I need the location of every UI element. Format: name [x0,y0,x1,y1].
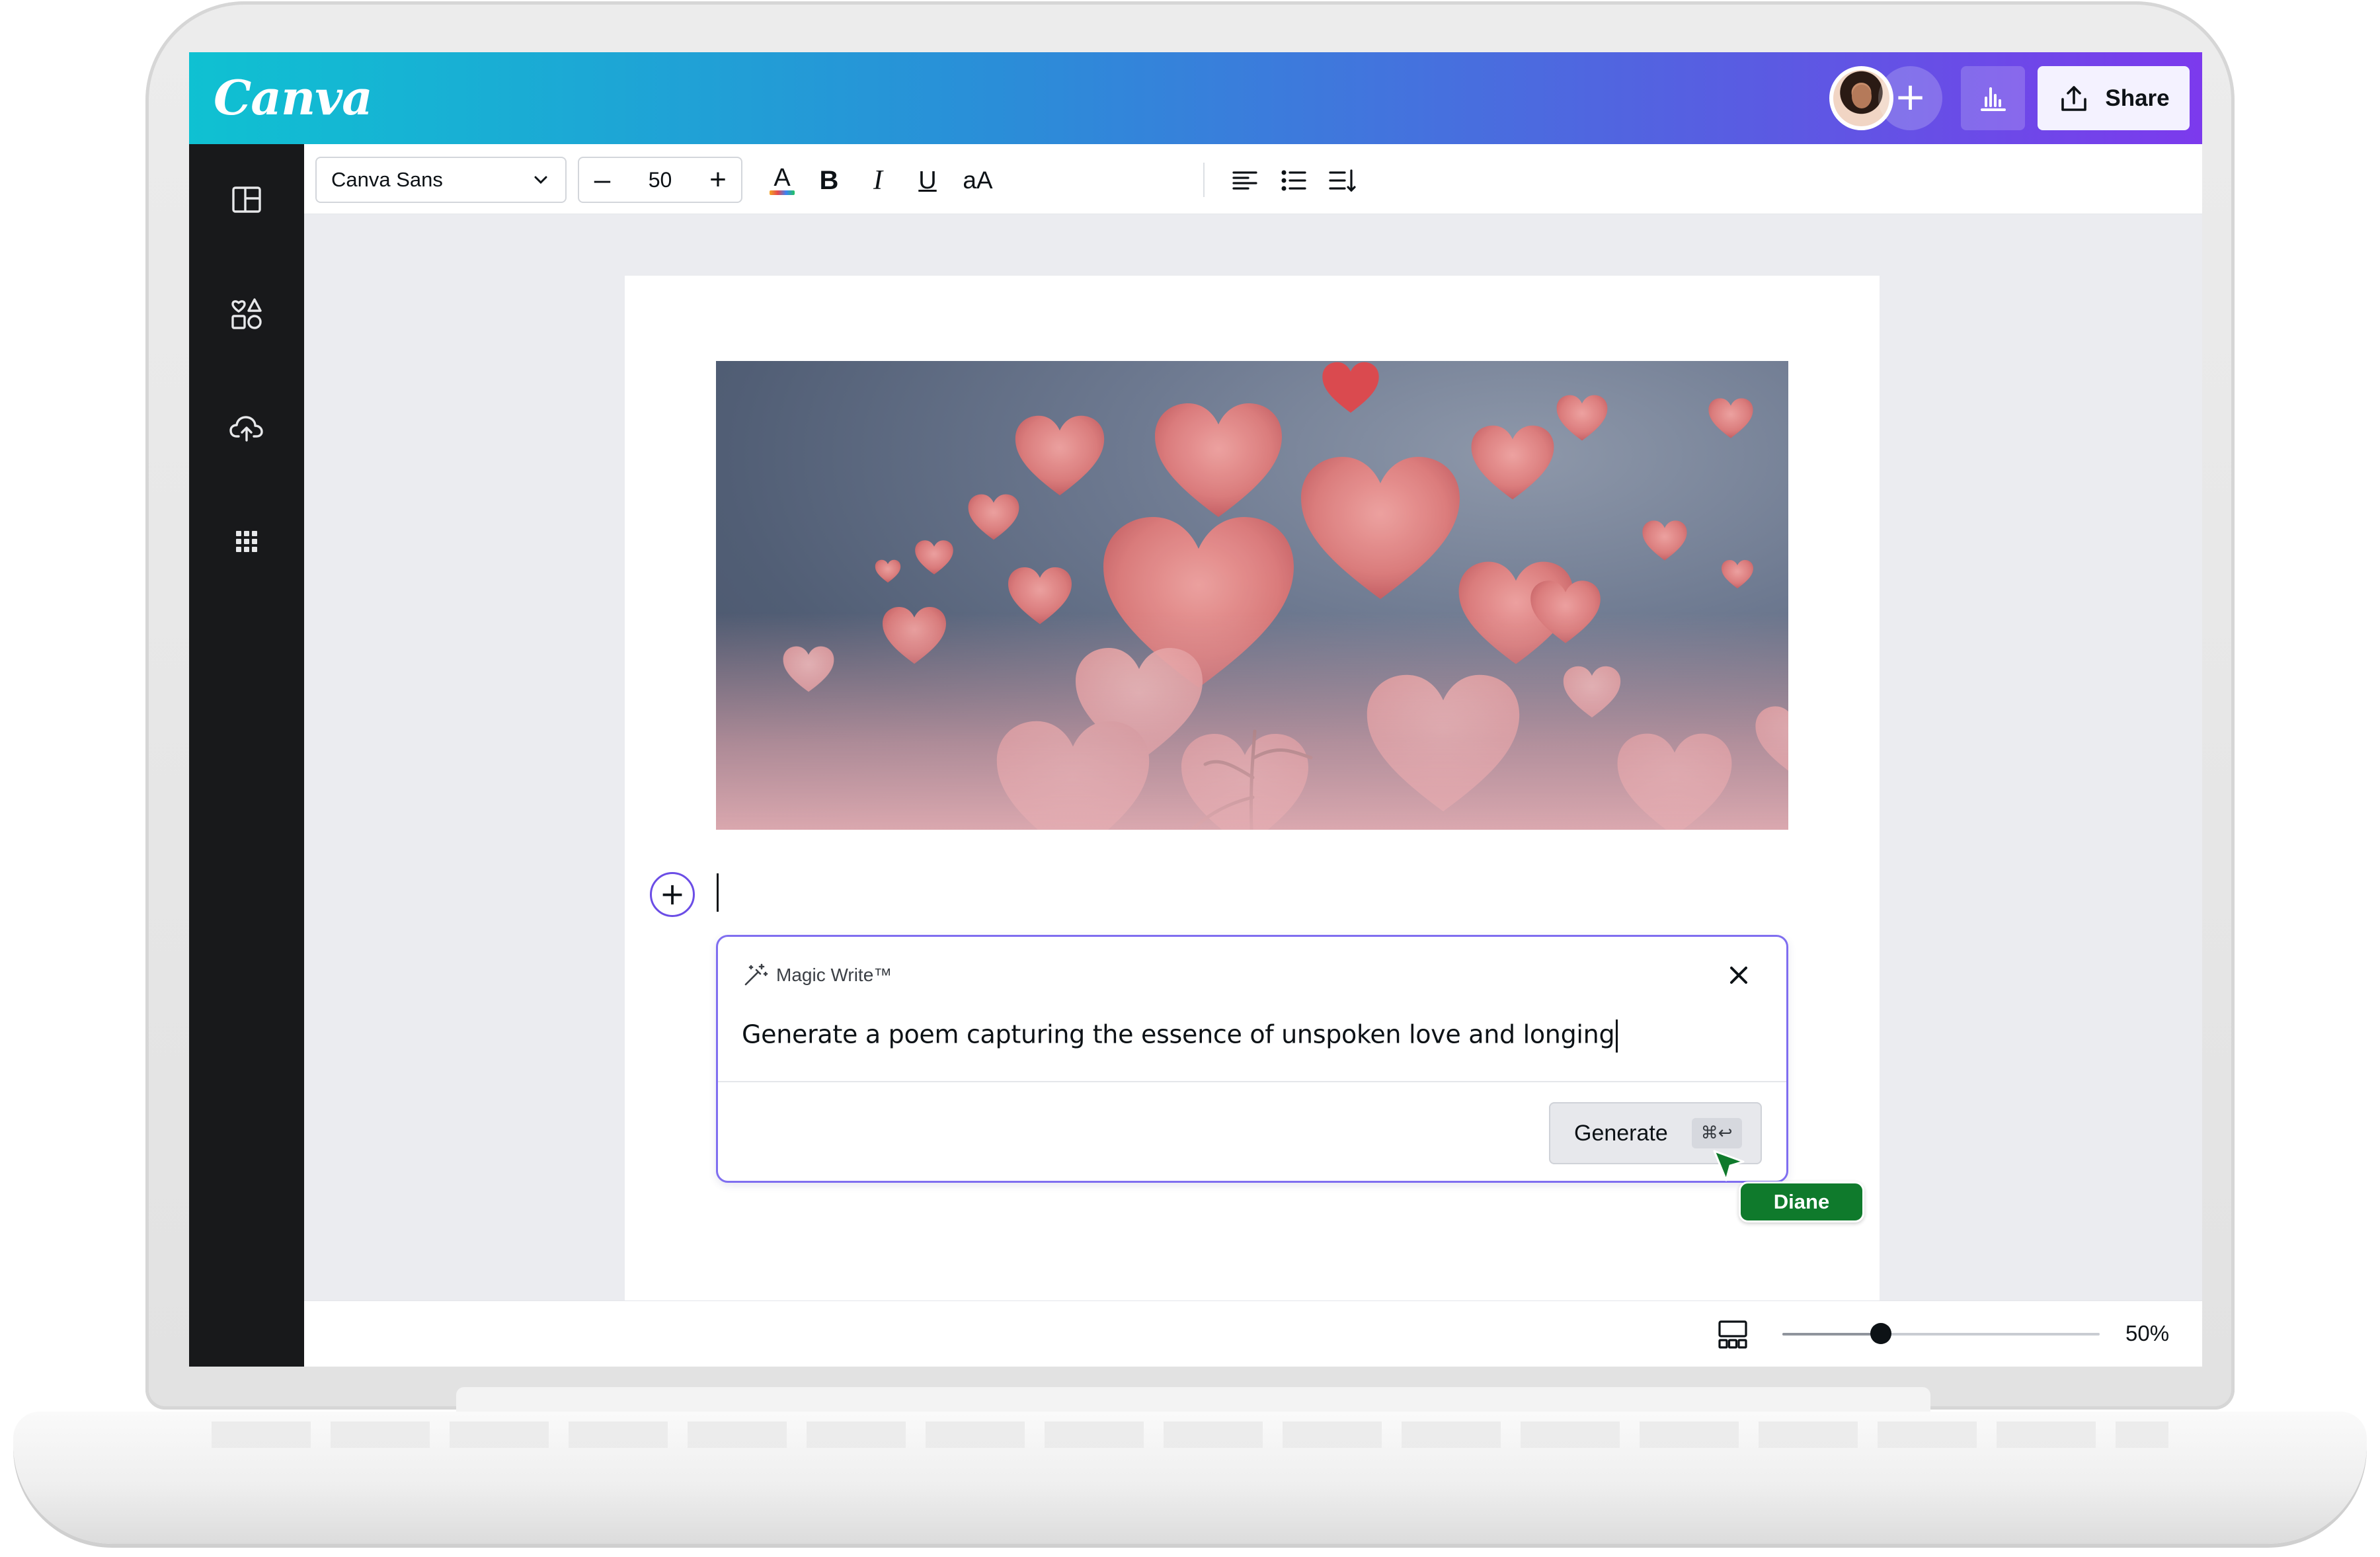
underline-button[interactable]: U [906,159,949,202]
grid-icon[interactable] [225,520,268,563]
font-size-stepper[interactable]: – 50 + [578,157,742,203]
font-family-select[interactable]: Canva Sans [315,157,567,203]
upload-icon [2061,85,2087,111]
shortcut-hint: ⌘↩ [1691,1118,1742,1148]
invite-button[interactable]: + [1878,66,1942,130]
share-label: Share [2105,85,2170,111]
collaborator-label: Diane [1739,1181,1864,1222]
shapes-icon[interactable] [225,293,268,335]
toolbar-divider [1203,163,1205,197]
magic-write-header: Magic Write™ [742,962,892,988]
font-family-value: Canva Sans [331,168,443,191]
hearts-image[interactable] [716,361,1788,830]
pages-view-icon[interactable] [1716,1319,1750,1351]
zoom-level[interactable]: 50% [2125,1321,2169,1346]
canva-logo[interactable]: Canva [214,69,373,126]
magic-wand-icon [744,963,768,986]
zoom-slider[interactable] [1782,1323,2100,1344]
prompt-text: Generate a poem capturing the essence of… [742,1019,1615,1049]
bold-button[interactable]: B [807,159,851,202]
top-bar: Canva + Share [189,52,2202,144]
text-color-icon: A [770,164,795,195]
plus-icon: + [1894,74,1926,119]
line-spacing-icon [1329,169,1356,192]
plus-icon: + [659,876,686,912]
magic-write-panel: Magic Write™ Generate a poem capturing t… [716,935,1788,1183]
layout-icon[interactable] [225,179,268,221]
footer-bar: 50% [304,1300,2202,1367]
magic-write-prompt-input[interactable]: Generate a poem capturing the essence of… [742,1019,1618,1053]
add-element-button[interactable]: + [650,872,695,917]
side-panel [189,144,304,1367]
generate-label: Generate [1574,1120,1668,1146]
bar-chart-icon [1981,87,2006,111]
cloud-upload-icon[interactable] [225,407,268,450]
spacing-button[interactable] [1321,159,1365,202]
list-button[interactable] [1272,159,1316,202]
chevron-down-icon [534,176,547,184]
zoom-slider-handle[interactable] [1870,1323,1891,1344]
font-size-value[interactable]: 50 [649,168,672,192]
image-haze [716,612,1788,830]
magic-write-label: Magic Write™ [776,965,892,985]
svg-text:A: A [774,164,791,192]
app-screen: Canva + Share Canva Sans – 50 + A B I U … [189,52,2202,1367]
align-button[interactable] [1223,159,1267,202]
insights-button[interactable] [1961,66,2025,130]
text-toolbar: Canva Sans – 50 + A B I U aA [304,144,2202,214]
bullet-list-icon [1281,170,1306,191]
panel-divider [718,1081,1786,1082]
letter-case-button[interactable]: aA [956,159,1000,202]
zoom-slider-fill [1782,1333,1881,1336]
laptop-keyboard [212,1421,2168,1448]
text-cursor [717,873,719,912]
text-color-button[interactable]: A [760,159,804,202]
italic-button[interactable]: I [856,159,900,202]
share-button[interactable]: Share [2038,66,2190,130]
input-caret [1616,1019,1618,1053]
close-icon[interactable] [1724,961,1753,990]
design-page[interactable] [625,276,1880,1367]
increase-size-button[interactable]: + [704,160,732,200]
decrease-size-button[interactable]: – [588,160,616,200]
align-left-icon [1232,171,1257,190]
